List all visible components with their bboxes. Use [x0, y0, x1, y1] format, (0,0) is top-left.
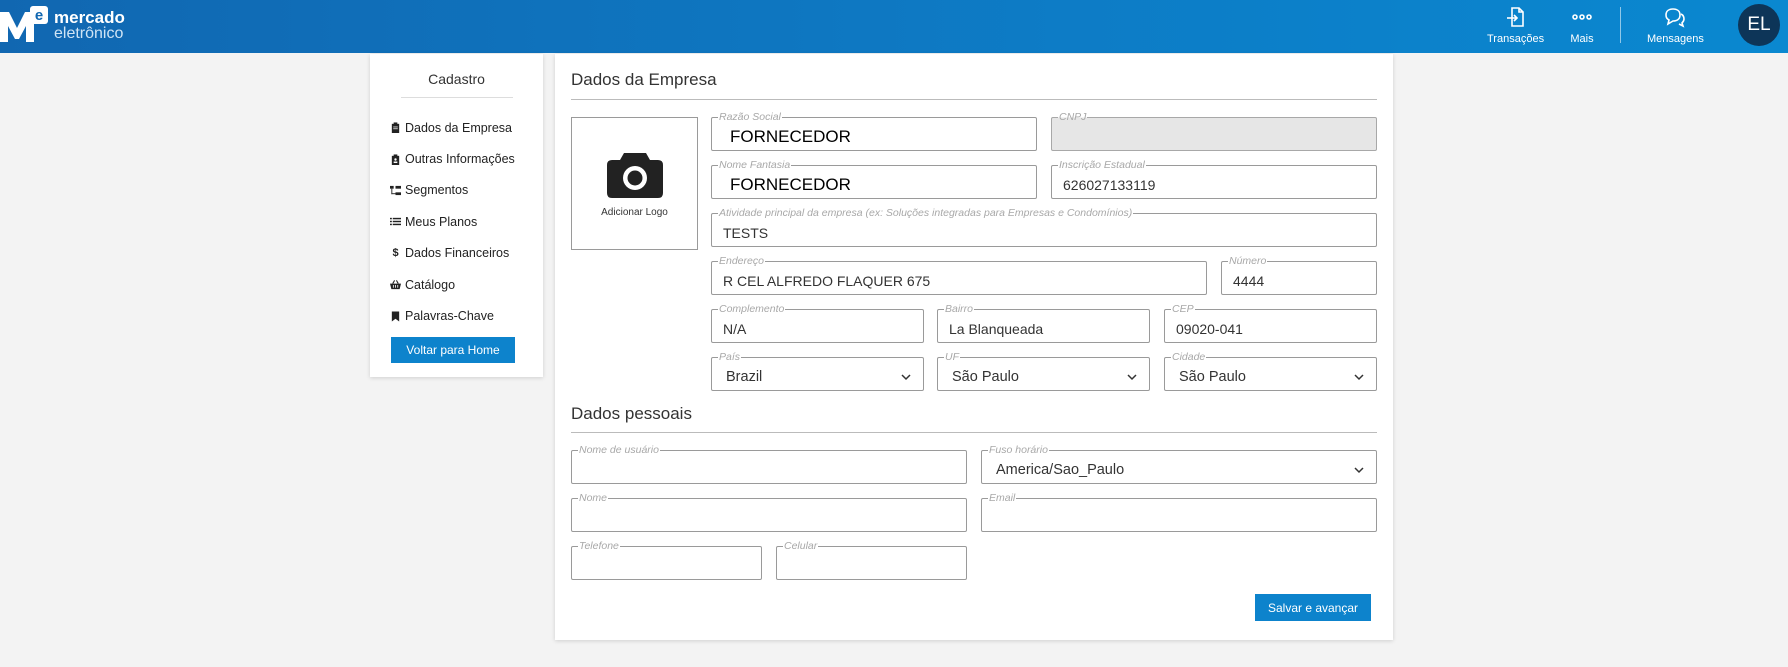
- salvar-avancar-button[interactable]: Salvar e avançar: [1255, 594, 1371, 621]
- selected-value: America/Sao_Paulo: [996, 461, 1125, 478]
- main-panel: Dados da Empresa Adicionar Logo Razão So…: [555, 54, 1393, 640]
- nav-transacoes[interactable]: Transações: [1487, 5, 1544, 49]
- celular-input[interactable]: [777, 547, 966, 579]
- selected-value: São Paulo: [1179, 368, 1246, 385]
- nav-mais-label: Mais: [1570, 33, 1594, 45]
- pais-select[interactable]: País Brazil: [711, 351, 924, 391]
- mercado-eletronico-logo-icon: e: [0, 6, 48, 42]
- camera-icon: [606, 153, 663, 198]
- inscricao-estadual-input[interactable]: [1052, 166, 1376, 198]
- pais-select-value[interactable]: Brazil: [712, 358, 923, 390]
- chevron-down-icon: [1354, 466, 1364, 473]
- nome-field[interactable]: Nome: [571, 492, 967, 532]
- sidebar-item-label: Segmentos: [405, 183, 469, 198]
- selected-value: Brazil: [726, 368, 763, 385]
- nav-mensagens[interactable]: Mensagens: [1647, 5, 1704, 49]
- segments-tree-icon: [390, 185, 401, 196]
- svg-text:e: e: [35, 7, 43, 24]
- brand-line1: mercado: [54, 8, 125, 27]
- atividade-principal-field[interactable]: Atividade principal da empresa (ex: Solu…: [711, 207, 1377, 247]
- add-logo-label: Adicionar Logo: [601, 207, 668, 218]
- sidebar-item-dados-empresa[interactable]: Dados da Empresa: [390, 112, 515, 143]
- nome-fantasia-field[interactable]: Nome Fantasia: [711, 159, 1037, 199]
- nav-mais[interactable]: Mais: [1570, 5, 1594, 49]
- email-field[interactable]: Email: [981, 492, 1377, 532]
- telefone-field[interactable]: Telefone: [571, 540, 762, 580]
- complemento-field[interactable]: Complemento: [711, 303, 924, 343]
- razao-social-input[interactable]: [712, 118, 1036, 150]
- cnpj-input: [1052, 118, 1376, 150]
- more-dots-icon: [1572, 14, 1592, 20]
- clipboard-user-icon: [390, 154, 401, 165]
- numero-input[interactable]: [1222, 262, 1376, 294]
- sidebar-menu: Dados da Empresa Outras Informações Segm…: [390, 112, 515, 332]
- sidebar-item-outras-informacoes[interactable]: Outras Informações: [390, 143, 515, 174]
- celular-field[interactable]: Celular: [776, 540, 967, 580]
- messages-icon: [1665, 8, 1686, 28]
- dollar-icon: $: [392, 247, 399, 260]
- nome-input[interactable]: [572, 499, 966, 531]
- endereco-input[interactable]: [712, 262, 1206, 294]
- inscricao-estadual-field[interactable]: Inscrição Estadual: [1051, 159, 1377, 199]
- sidebar-divider: [400, 97, 513, 98]
- endereco-field[interactable]: Endereço: [711, 255, 1207, 295]
- sidebar-item-label: Catálogo: [405, 277, 456, 292]
- cnpj-field: CNPJ: [1051, 111, 1377, 151]
- voltar-home-button[interactable]: Voltar para Home: [391, 337, 515, 363]
- telefone-input[interactable]: [572, 547, 761, 579]
- sidebar-item-dados-financeiros[interactable]: $ Dados Financeiros: [390, 238, 515, 269]
- email-input[interactable]: [982, 499, 1376, 531]
- dados-pessoais-title: Dados pessoais: [571, 404, 692, 423]
- sidebar-item-meus-planos[interactable]: Meus Planos: [390, 206, 515, 237]
- chevron-down-icon: [1354, 373, 1364, 380]
- bairro-field[interactable]: Bairro: [937, 303, 1150, 343]
- sidebar-item-label: Dados Financeiros: [405, 246, 510, 261]
- list-icon: [390, 216, 401, 227]
- basket-icon: [390, 279, 401, 290]
- razao-social-field[interactable]: Razão Social: [711, 111, 1037, 151]
- transactions-icon: [1506, 7, 1524, 27]
- section-divider: [571, 432, 1377, 433]
- chevron-down-icon: [901, 373, 911, 380]
- bairro-input[interactable]: [938, 310, 1149, 342]
- brand-line2: eletrônico: [54, 25, 124, 42]
- numero-field[interactable]: Número: [1221, 255, 1377, 295]
- top-navbar: e mercado eletrônico Transações Mais Men…: [0, 0, 1788, 53]
- user-avatar[interactable]: EL: [1738, 4, 1780, 46]
- selected-value: São Paulo: [952, 368, 1019, 385]
- sidebar-item-segmentos[interactable]: Segmentos: [390, 175, 515, 206]
- complemento-input[interactable]: [712, 310, 923, 342]
- brand-name: mercado eletrônico: [54, 8, 125, 42]
- fuso-horario-select-value[interactable]: America/Sao_Paulo: [982, 451, 1376, 483]
- cadastro-sidebar: Cadastro Dados da Empresa Outras Informa…: [370, 54, 543, 377]
- sidebar-item-catalogo[interactable]: Catálogo: [390, 269, 515, 300]
- sidebar-item-label: Outras Informações: [405, 152, 515, 167]
- bookmark-icon: [390, 310, 401, 322]
- brand-logo[interactable]: e mercado eletrônico: [0, 6, 125, 46]
- uf-select[interactable]: UF São Paulo: [937, 351, 1150, 391]
- nav-divider: [1620, 7, 1621, 43]
- dados-empresa-title: Dados da Empresa: [571, 70, 717, 89]
- nome-fantasia-input[interactable]: [712, 166, 1036, 198]
- section-divider: [571, 99, 1377, 100]
- sidebar-item-label: Dados da Empresa: [405, 120, 513, 135]
- nav-mensagens-label: Mensagens: [1647, 33, 1704, 45]
- sidebar-item-label: Palavras-Chave: [405, 309, 494, 324]
- nav-transacoes-label: Transações: [1487, 33, 1545, 45]
- uf-select-value[interactable]: São Paulo: [938, 358, 1149, 390]
- cidade-select[interactable]: Cidade São Paulo: [1164, 351, 1377, 391]
- clipboard-icon: [390, 122, 401, 134]
- atividade-principal-input[interactable]: [712, 214, 1376, 246]
- cidade-select-value[interactable]: São Paulo: [1165, 358, 1376, 390]
- nome-usuario-field[interactable]: Nome de usuário: [571, 444, 967, 484]
- sidebar-title: Cadastro: [428, 71, 485, 87]
- nome-usuario-input[interactable]: [572, 451, 966, 483]
- cep-input[interactable]: [1165, 310, 1376, 342]
- add-logo-button[interactable]: Adicionar Logo: [571, 117, 698, 250]
- chevron-down-icon: [1127, 373, 1137, 380]
- cep-field[interactable]: CEP: [1164, 303, 1377, 343]
- sidebar-item-palavras-chave[interactable]: Palavras-Chave: [390, 300, 515, 331]
- sidebar-item-label: Meus Planos: [405, 214, 478, 229]
- fuso-horario-select[interactable]: Fuso horário America/Sao_Paulo: [981, 444, 1377, 484]
